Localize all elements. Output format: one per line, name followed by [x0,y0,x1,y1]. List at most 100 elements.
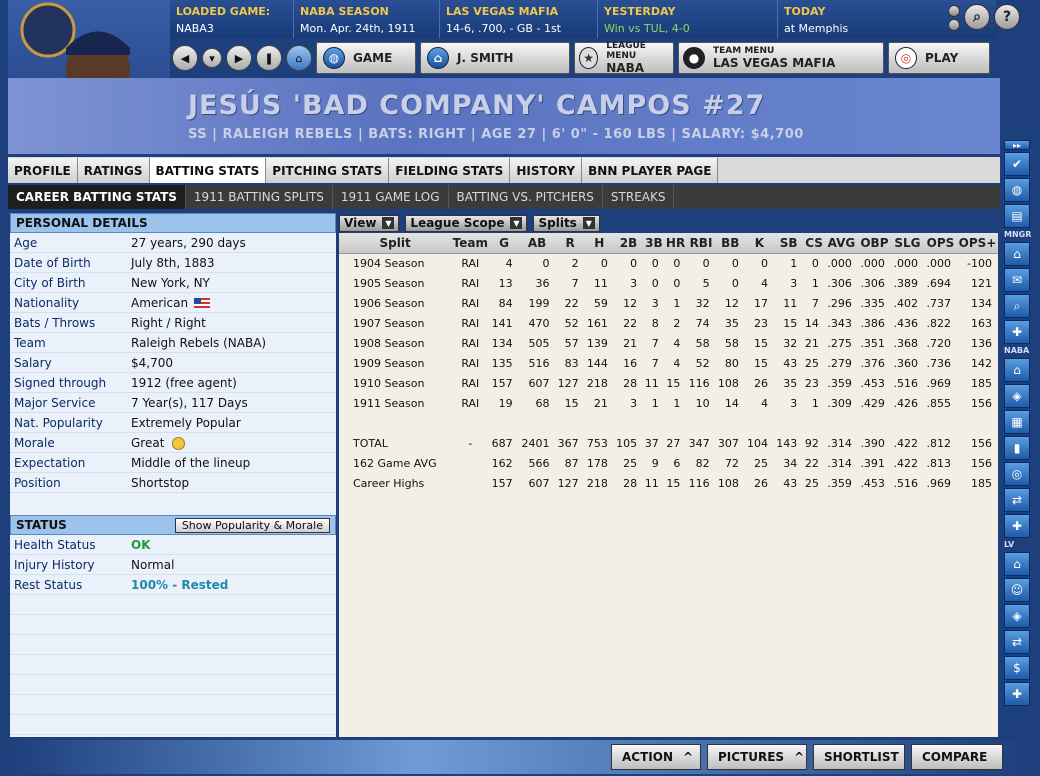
tab-fielding-stats[interactable]: FIELDING STATS [389,158,511,183]
roster-icon[interactable]: ☺ [1004,578,1030,602]
table-cell: 1910 Season [353,376,425,390]
column-header[interactable]: RBI [686,233,716,254]
table-row[interactable]: 1904 Season RAI 4 0 2 0 0 0 0 0 0 0 1 0.000.000.000.0… [339,253,998,273]
history-dropdown-icon[interactable]: ▾ [202,48,222,68]
column-header[interactable]: OBP [857,233,891,254]
collapse-icon[interactable]: ▸▸ [1004,140,1030,150]
tab-profile[interactable]: PROFILE [8,158,78,183]
settings-icon[interactable]: ✚ [1004,682,1030,706]
field-icon[interactable]: ◈ [1004,604,1030,628]
column-header[interactable]: SLG [890,233,924,254]
checkmark-icon[interactable]: ✔ [1004,152,1030,176]
column-header[interactable]: K [744,233,775,254]
tab-bnn-player-page[interactable]: BNN PLAYER PAGE [582,158,719,183]
team-menu-button[interactable]: ● TEAM MENU LAS VEGAS MAFIA [678,42,884,74]
play-button[interactable]: ◎ PLAY [888,42,990,74]
tab-batting-stats[interactable]: BATTING STATS [149,158,267,183]
maximize-button[interactable] [948,19,960,31]
manager-menu-button[interactable]: ⌂ J. SMITH [420,42,570,74]
pictures-button[interactable]: PICTURES ^ [707,744,807,770]
baseball-icon[interactable]: ◎ [1004,462,1030,486]
table-row[interactable]: Career Highs 157 607 127 218 28 11 15 116 108 26 43… [339,473,998,493]
column-header[interactable]: 2B [613,233,644,254]
search-icon[interactable]: ⌕ [964,4,990,30]
column-header[interactable]: R [555,233,585,254]
column-header[interactable]: AVG [824,233,858,254]
back-arrow-icon[interactable]: ◀ [172,45,198,71]
column-header[interactable]: H [584,233,614,254]
shortlist-button[interactable]: SHORTLIST [813,744,905,770]
detail-value: Shortstop [131,475,190,490]
table-cell: 15 [783,316,798,330]
table-cell: .969 [926,376,951,390]
tab-history[interactable]: HISTORY [510,158,583,183]
table-row[interactable]: 1910 Season RAI 157 607 127 218 28 11 15 116 108 26… [339,373,998,393]
table-row[interactable]: TOTAL - 687 2401 367 753 105 37 27 347 307 104 143 92… [339,433,998,453]
subtab-vs-pitchers[interactable]: BATTING VS. PITCHERS [449,185,603,209]
globe-icon[interactable]: ◍ [1004,178,1030,202]
standings-icon[interactable]: ▦ [1004,410,1030,434]
table-cell: .359 [827,476,852,490]
tab-pitching-stats[interactable]: PITCHING STATS [266,158,390,183]
table-cell: 4 [673,336,681,350]
finances-icon[interactable]: $ [1004,656,1030,680]
splits-dropdown[interactable]: Splits ▼ [533,214,600,232]
forward-arrow-icon[interactable]: ▶ [226,45,252,71]
subtab-batting-splits[interactable]: 1911 BATTING SPLITS [186,185,333,209]
table-row[interactable]: 162 Game AVG 162 566 87 178 25 9 6 82 72 25 34 22 .31… [339,453,998,473]
table-row[interactable]: 1908 Season RAI 134 505 57 139 21 7 4 58 58 15 32 21.… [339,333,998,353]
action-button[interactable]: ACTION ^ [611,744,701,770]
table-row[interactable]: 1906 Season RAI 84 199 22 59 12 3 1 32 12 17 11 7 .296… [339,293,998,313]
table-row[interactable]: 1905 Season RAI 13 36 7 11 3 0 0 5 0 4 3 1.306.306.38… [339,273,998,293]
table-row[interactable]: 1909 Season RAI 135 516 83 144 16 7 4 52 80 15 43 25.… [339,353,998,373]
house-icon: ⌂ [427,47,449,69]
us-flag-icon [194,298,211,308]
minimize-button[interactable] [948,5,960,17]
magnifier-icon[interactable]: ⌕ [1004,294,1030,318]
table-cell: .335 [860,296,885,310]
table-cell: 11 [593,276,608,290]
table-row[interactable]: 1907 Season RAI 141 470 52 161 22 8 2 74 35 23 15 14.… [339,313,998,333]
league-scope-dropdown[interactable]: League Scope ▼ [405,214,528,232]
column-header[interactable]: OPS+ [956,233,998,254]
table-cell: 0 [731,276,739,290]
column-header[interactable]: 3B [643,233,665,254]
diamond-icon[interactable]: ◈ [1004,384,1030,408]
bookmark-icon[interactable]: ❚ [256,45,282,71]
league-home-icon[interactable]: ⌂ [1004,358,1030,382]
column-header[interactable]: BB [715,233,745,254]
status-label: Injury History [14,557,95,572]
transactions-icon[interactable]: ⇄ [1004,630,1030,654]
tools-icon[interactable]: ✚ [1004,320,1030,344]
compare-button[interactable]: COMPARE [911,744,1003,770]
game-menu-button[interactable]: ◍ GAME [316,42,416,74]
subtab-streaks[interactable]: STREAKS [603,185,675,209]
column-header[interactable]: Split [339,233,452,254]
show-popularity-button[interactable]: Show Popularity & Morale [174,517,330,533]
view-dropdown[interactable]: View ▼ [339,214,400,232]
home-icon[interactable]: ⌂ [1004,242,1030,266]
team-home-icon[interactable]: ⌂ [1004,552,1030,576]
home-icon[interactable]: ⌂ [286,45,312,71]
mail-icon[interactable]: ✉ [1004,268,1030,292]
bar-chart-icon[interactable]: ▮ [1004,436,1030,460]
wrench-icon[interactable]: ✚ [1004,514,1030,538]
table-cell: 11 [783,296,798,310]
subtab-game-log[interactable]: 1911 GAME LOG [333,185,449,209]
column-header[interactable]: AB [518,233,556,254]
trade-arrows-icon[interactable]: ⇄ [1004,488,1030,512]
book-icon[interactable]: ▤ [1004,204,1030,228]
column-header[interactable]: HR [664,233,687,254]
table-cell: 1 [790,256,798,270]
subtab-career-batting[interactable]: CAREER BATTING STATS [8,185,186,209]
personal-row: Nat. Popularity Extremely Popular [10,413,336,433]
column-header[interactable]: G [489,233,519,254]
column-header[interactable]: Team [451,233,490,254]
league-menu-button[interactable]: ★ LEAGUE MENU NABA [574,41,674,75]
column-header[interactable]: CS [803,233,825,254]
tab-ratings[interactable]: RATINGS [77,158,150,183]
table-row[interactable]: 1911 Season RAI 19 68 15 21 3 1 1 10 14 4 3 1.309.429… [339,393,998,413]
column-header[interactable]: SB [774,233,804,254]
help-icon[interactable]: ? [994,4,1020,30]
column-header[interactable]: OPS [923,233,957,254]
